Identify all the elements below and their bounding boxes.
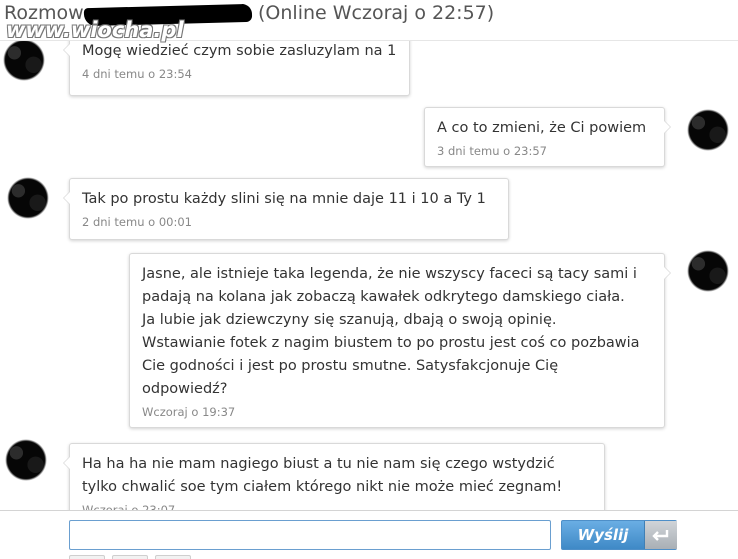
- avatar: [4, 174, 52, 222]
- message-line: Cie godności i jest po prostu smutne. Sa…: [142, 358, 559, 374]
- send-button[interactable]: Wyślij: [561, 520, 677, 550]
- message-composer: Wyślij: [0, 510, 738, 559]
- message-timestamp: Wczoraj o 19:37: [142, 405, 236, 419]
- message-text: Tak po prostu każdy slini się na mnie da…: [82, 191, 486, 207]
- message-line: odpowiedź?: [142, 381, 228, 397]
- avatar: [0, 36, 48, 84]
- message-timestamp: 3 dni temu o 23:57: [437, 144, 547, 158]
- message-line: Jasne, ale istnieje taka legenda, że nie…: [142, 266, 637, 282]
- message-line: Ja lubie jak dziewczyny się szanują, dba…: [142, 312, 557, 328]
- toolbar-tab[interactable]: [112, 555, 148, 559]
- message-text: Ha ha ha nie mam nagiego biust a tu nie …: [82, 453, 592, 499]
- message-text: A co to zmieni, że Ci powiem: [437, 120, 647, 136]
- message-text: Mogę wiedzieć czym sobie zasluzylam na 1: [82, 43, 397, 59]
- toolbar-tab[interactable]: [155, 555, 191, 559]
- avatar: [2, 436, 50, 484]
- message-bubble-outgoing: A co to zmieni, że Ci powiem 3 dni temu …: [424, 107, 671, 167]
- enter-return-icon: [644, 521, 677, 549]
- message-timestamp: 2 dni temu o 00:01: [82, 215, 192, 229]
- avatar: [684, 106, 732, 154]
- message-text: Jasne, ale istnieje taka legenda, że nie…: [142, 263, 652, 401]
- watermark: www.wiocha.pl: [6, 18, 184, 42]
- message-input[interactable]: [69, 520, 551, 550]
- conversation-header: Rozmowa z (Online Wczoraj o 22:57) www.w…: [0, 0, 738, 42]
- message-bubble-incoming: Tak po prostu każdy slini się na mnie da…: [63, 178, 509, 240]
- avatar: [684, 247, 732, 295]
- online-status: (Online Wczoraj o 22:57): [258, 2, 495, 24]
- chat-window: Rozmowa z (Online Wczoraj o 22:57) www.w…: [0, 0, 738, 559]
- message-bubble-outgoing: Jasne, ale istnieje taka legenda, że nie…: [129, 253, 671, 428]
- message-line: padają na kolana jak zobaczą kawałek odk…: [142, 289, 625, 305]
- message-timestamp: 4 dni temu o 23:54: [82, 67, 192, 81]
- send-button-label: Wyślij: [577, 526, 629, 544]
- toolbar-tab[interactable]: [69, 555, 105, 559]
- message-line: tylko chwalić soe tym ciałem którego nik…: [82, 479, 563, 495]
- message-line: Wstawianie fotek z nagim biustem to po p…: [142, 335, 640, 351]
- message-line: Ha ha ha nie mam nagiego biust a tu nie …: [82, 456, 555, 472]
